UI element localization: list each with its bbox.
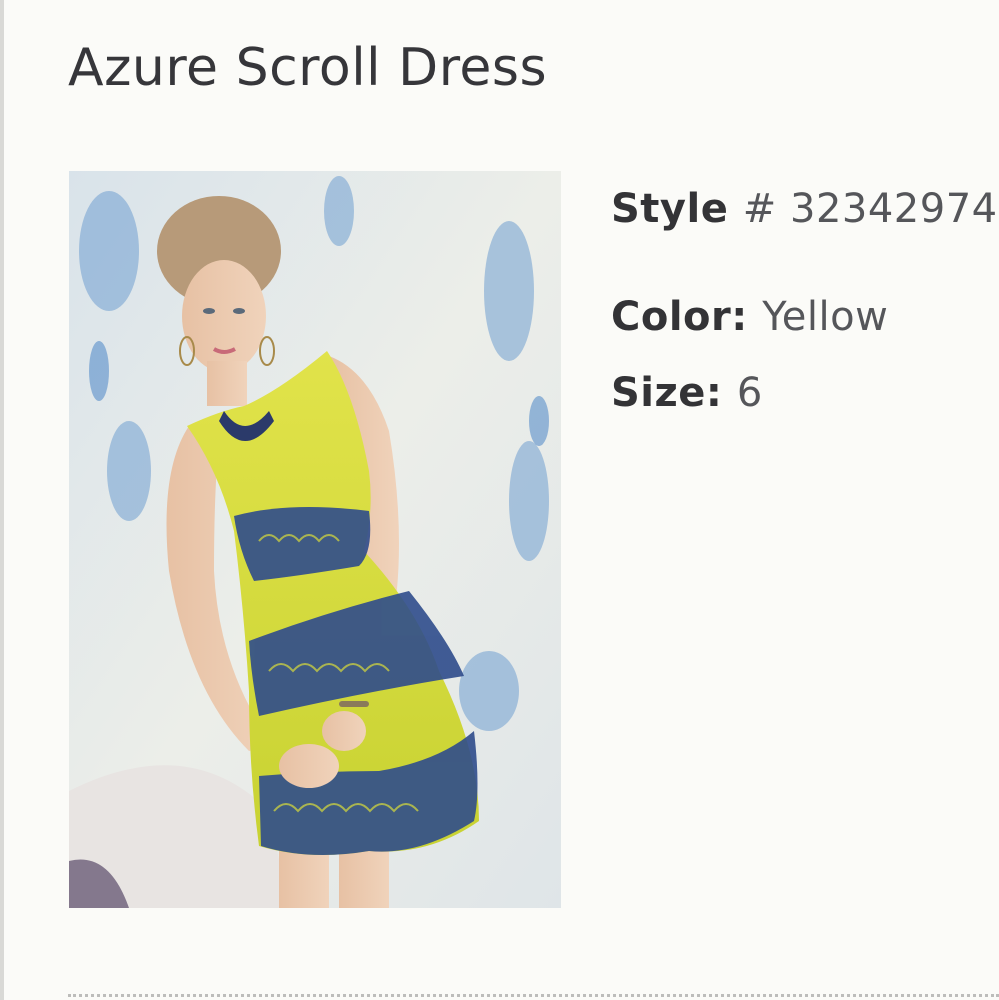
product-title: Azure Scroll Dress [68,38,548,98]
section-divider [68,994,999,997]
color-row: Color: Yellow [611,294,888,340]
color-value: Yellow [762,294,889,340]
size-row: Size: 6 [611,370,763,416]
dress-photo-illustration [69,171,561,908]
style-label: Style [611,186,743,232]
size-label: Size: [611,370,737,416]
product-photo[interactable] [69,171,561,908]
size-value: 6 [736,370,763,416]
style-value: # 32342974 [742,186,998,232]
color-label: Color: [611,294,763,340]
left-edge-border [0,0,4,1000]
style-number-row: Style # 32342974 [611,186,998,232]
